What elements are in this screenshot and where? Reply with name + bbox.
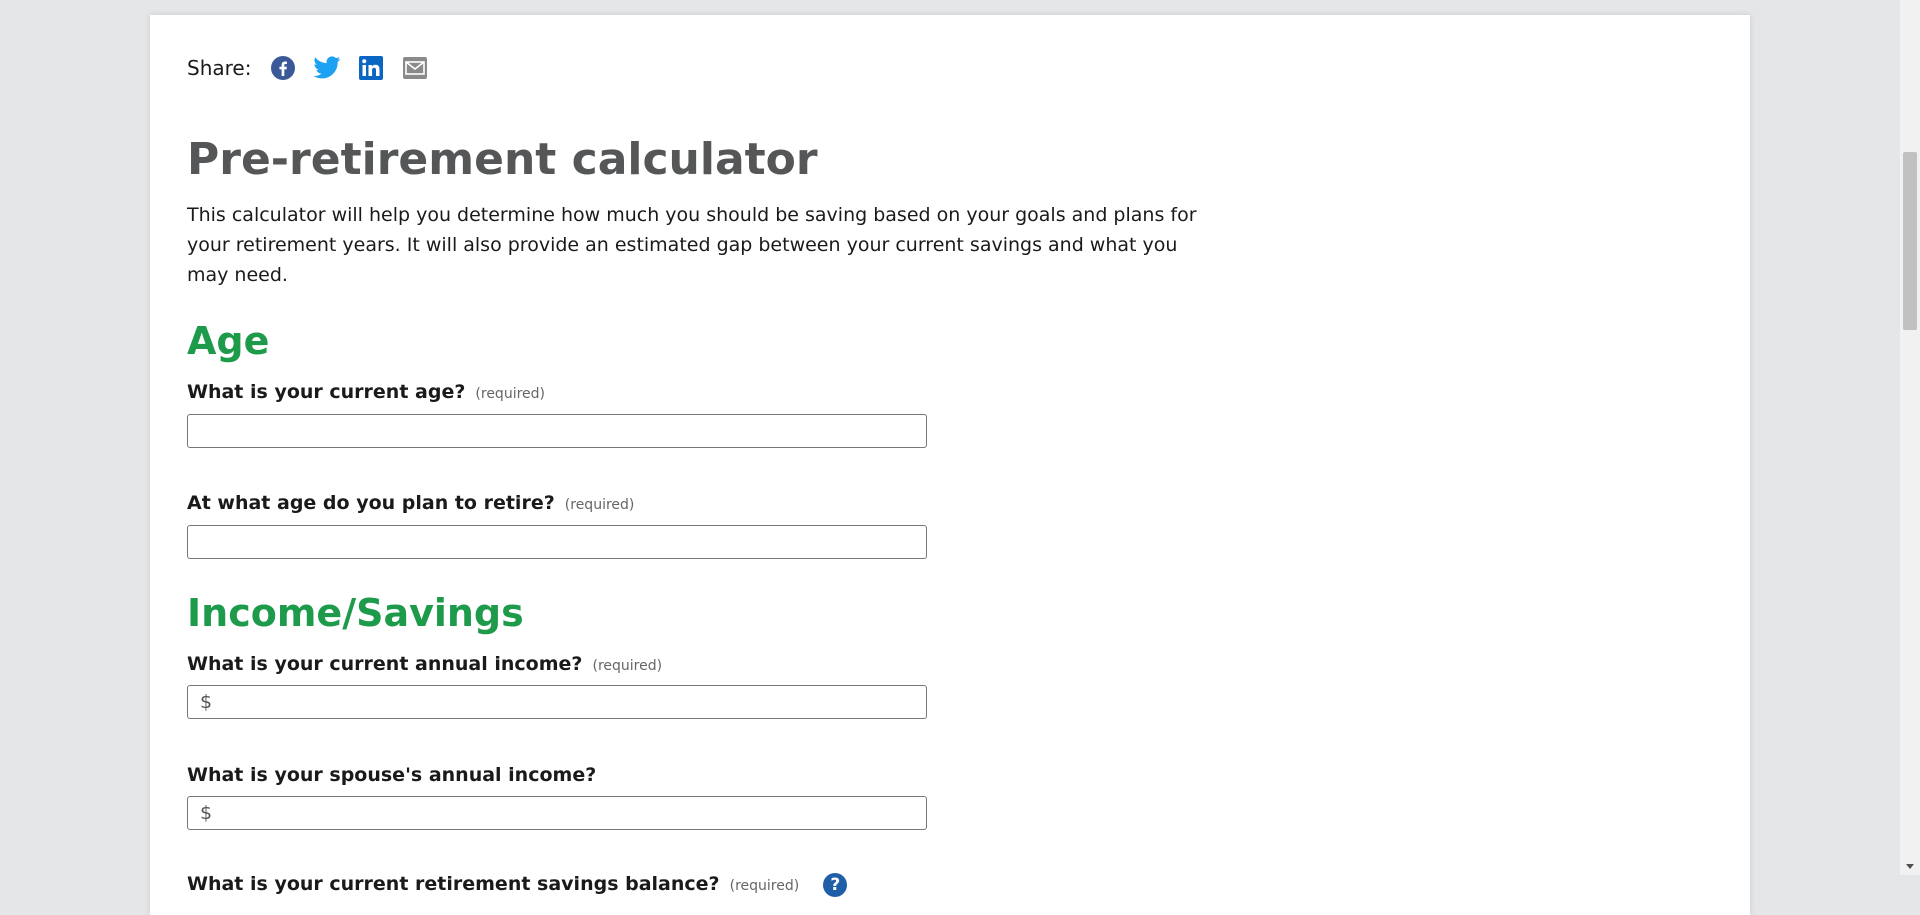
annual-income-field[interactable]: $ xyxy=(187,685,927,719)
retire-age-question: At what age do you plan to retire? xyxy=(187,492,555,514)
spouse-income-input[interactable] xyxy=(188,797,926,829)
section-heading-age: Age xyxy=(187,319,270,363)
share-bar: Share: xyxy=(187,52,445,84)
twitter-icon[interactable] xyxy=(313,54,341,82)
required-tag: (required) xyxy=(729,878,800,894)
facebook-icon[interactable] xyxy=(269,54,297,82)
dollar-prefix: $ xyxy=(200,691,213,713)
required-tag: (required) xyxy=(564,497,635,513)
current-age-field[interactable] xyxy=(187,414,927,448)
savings-balance-label: What is your current retirement savings … xyxy=(187,871,848,899)
spouse-income-field[interactable]: $ xyxy=(187,796,927,830)
page-scrollbar[interactable] xyxy=(1900,0,1920,875)
current-age-question: What is your current age? xyxy=(187,381,466,403)
section-heading-income-savings: Income/Savings xyxy=(187,591,524,635)
help-icon[interactable]: ? xyxy=(823,872,848,897)
retire-age-input[interactable] xyxy=(188,526,926,558)
scroll-down-arrow-icon[interactable] xyxy=(1906,864,1914,869)
required-tag: (required) xyxy=(475,386,545,402)
required-tag: (required) xyxy=(592,658,663,674)
page-title: Pre-retirement calculator xyxy=(187,134,818,185)
savings-balance-question: What is your current retirement savings … xyxy=(187,873,720,895)
retire-age-label: At what age do you plan to retire? (requ… xyxy=(187,490,634,518)
spouse-income-question: What is your spouse's annual income? xyxy=(187,764,597,786)
scrollbar-thumb[interactable] xyxy=(1903,152,1917,330)
current-age-label: What is your current age? (required) xyxy=(187,379,545,407)
linkedin-icon[interactable] xyxy=(357,54,385,82)
annual-income-label: What is your current annual income? (req… xyxy=(187,651,662,679)
dollar-prefix: $ xyxy=(200,802,213,824)
annual-income-input[interactable] xyxy=(188,686,926,718)
intro-text: This calculator will help you determine … xyxy=(187,204,1197,286)
share-label: Share: xyxy=(187,56,252,80)
annual-income-question: What is your current annual income? xyxy=(187,653,583,675)
retire-age-field[interactable] xyxy=(187,525,927,559)
current-age-input[interactable] xyxy=(188,415,926,447)
spouse-income-label: What is your spouse's annual income? xyxy=(187,762,596,788)
page-card: Share: Pre-retirement calculator This ca… xyxy=(150,15,1750,915)
email-icon[interactable] xyxy=(401,54,429,82)
